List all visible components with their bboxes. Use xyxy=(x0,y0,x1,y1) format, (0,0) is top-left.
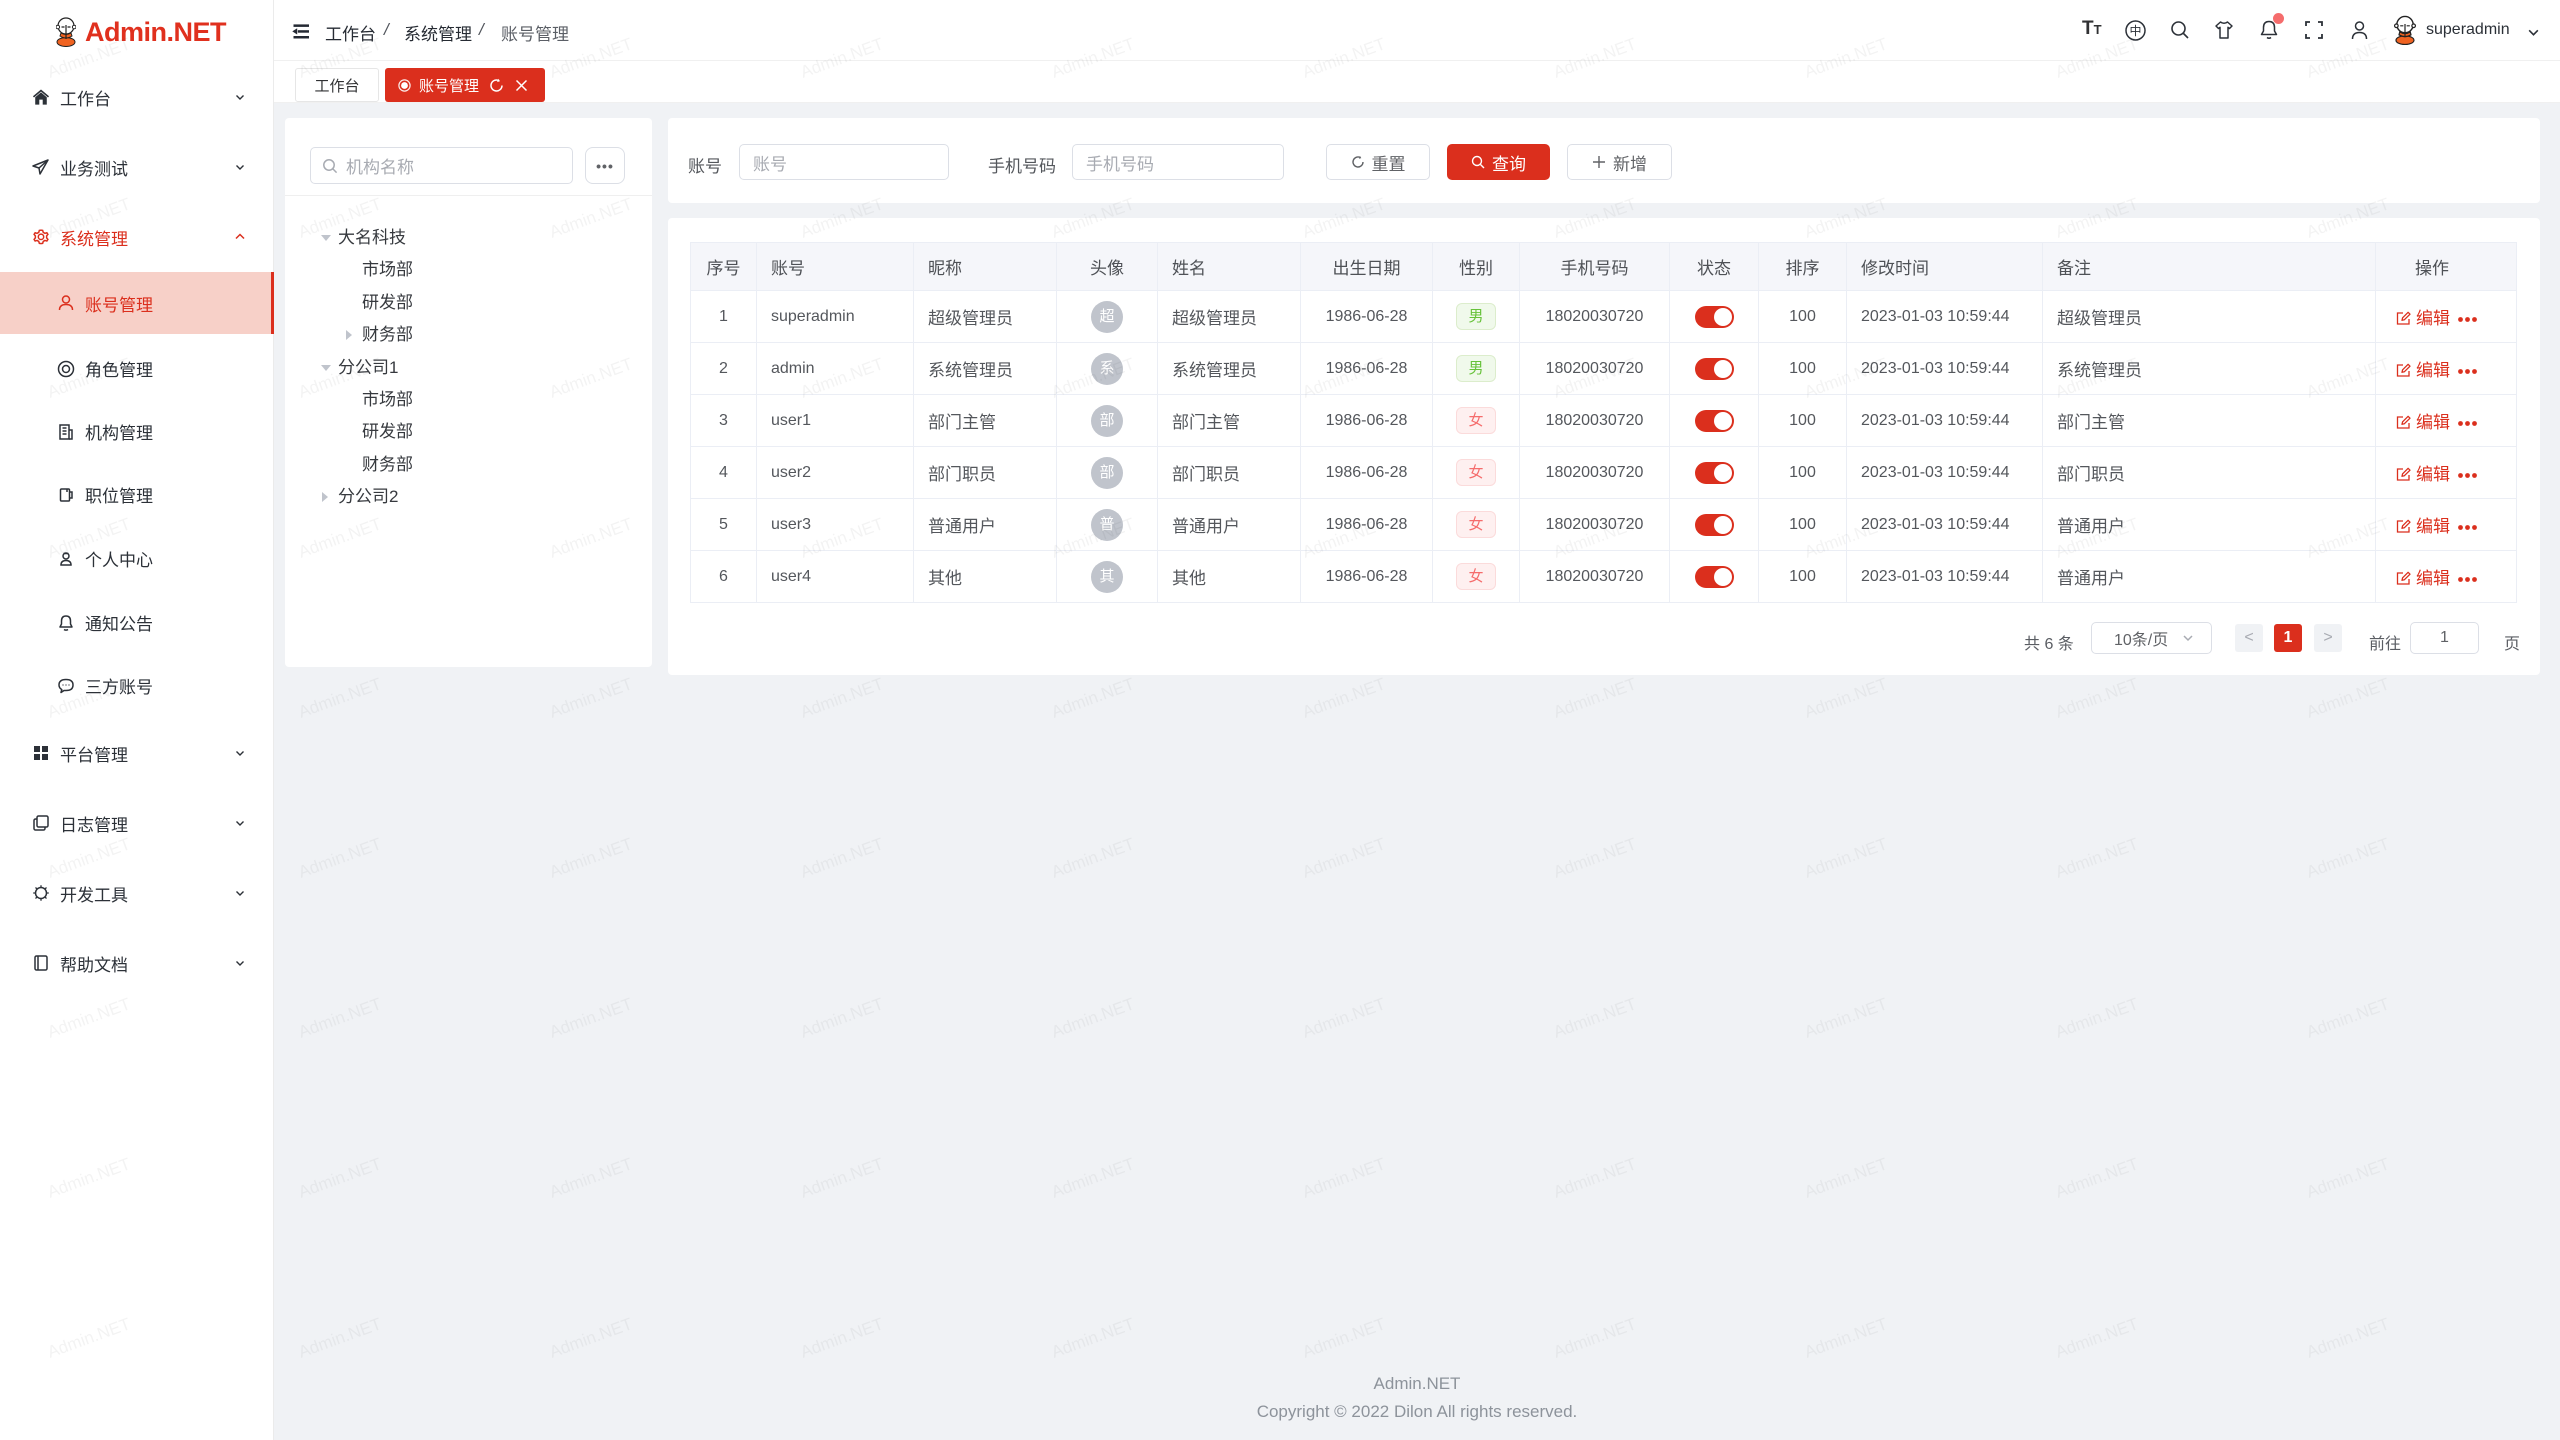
svg-text:中: 中 xyxy=(2129,23,2141,38)
